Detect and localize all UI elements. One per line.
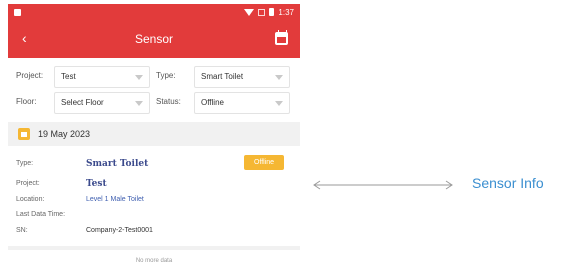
- signal-icon: [258, 8, 266, 16]
- status-bar: 1:37: [8, 4, 300, 20]
- type-select-value: Smart Toilet: [201, 72, 244, 81]
- filter-row: Floor: Select Floor Status: Offline: [8, 92, 300, 114]
- notification-icon: [14, 9, 21, 16]
- chevron-down-icon: [275, 101, 283, 106]
- floor-filter-label: Floor:: [16, 97, 37, 106]
- battery-icon: [269, 8, 275, 16]
- type-filter-label: Type:: [156, 71, 176, 80]
- calendar-icon[interactable]: [275, 30, 288, 45]
- list-footer: No more data: [135, 258, 173, 264]
- wifi-icon: [244, 8, 255, 16]
- filter-panel: Project: Test Type: Smart Toilet Floor: …: [8, 58, 300, 118]
- project-filter-label: Project:: [16, 71, 44, 80]
- filter-row: Project: Test Type: Smart Toilet: [8, 66, 300, 88]
- status-select-value: Offline: [201, 98, 224, 107]
- double-arrow-icon: [313, 180, 453, 190]
- sn-label: SN:: [16, 227, 28, 234]
- status-filter-label: Status:: [156, 97, 181, 106]
- status-badge: Offline: [244, 155, 284, 170]
- page-title: Sensor: [134, 32, 174, 46]
- project-select-value: Test: [61, 72, 76, 81]
- type-value: Smart Toilet: [86, 159, 149, 169]
- phone-screen: 1:37 ‹ Sensor Project: Test Type: Smart …: [8, 4, 300, 269]
- project-select[interactable]: Test: [54, 66, 150, 88]
- floor-select[interactable]: Select Floor: [54, 92, 150, 114]
- date-header: 19 May 2023: [8, 122, 300, 146]
- status-select[interactable]: Offline: [194, 92, 290, 114]
- floor-select-value: Select Floor: [61, 98, 104, 107]
- chevron-down-icon: [135, 101, 143, 106]
- chevron-down-icon: [135, 75, 143, 80]
- status-time: 1:37: [278, 7, 294, 17]
- chevron-down-icon: [275, 75, 283, 80]
- type-label: Type:: [16, 160, 34, 167]
- date-text: 19 May 2023: [38, 129, 91, 139]
- project-value: Test: [86, 179, 107, 189]
- type-select[interactable]: Smart Toilet: [194, 66, 290, 88]
- calendar-icon: [18, 128, 30, 140]
- sn-value: Company-2-Test0001: [86, 227, 153, 234]
- location-value: Level 1 Male Toilet: [86, 196, 144, 203]
- status-icons: 1:37: [244, 7, 294, 17]
- project-label: Project:: [16, 180, 40, 187]
- annotation-label: Sensor Info: [472, 175, 544, 191]
- card-divider: [8, 246, 300, 250]
- last-data-label: Last Data Time:: [16, 211, 66, 218]
- nav-bar: ‹ Sensor: [8, 20, 300, 58]
- location-label: Location:: [16, 196, 45, 203]
